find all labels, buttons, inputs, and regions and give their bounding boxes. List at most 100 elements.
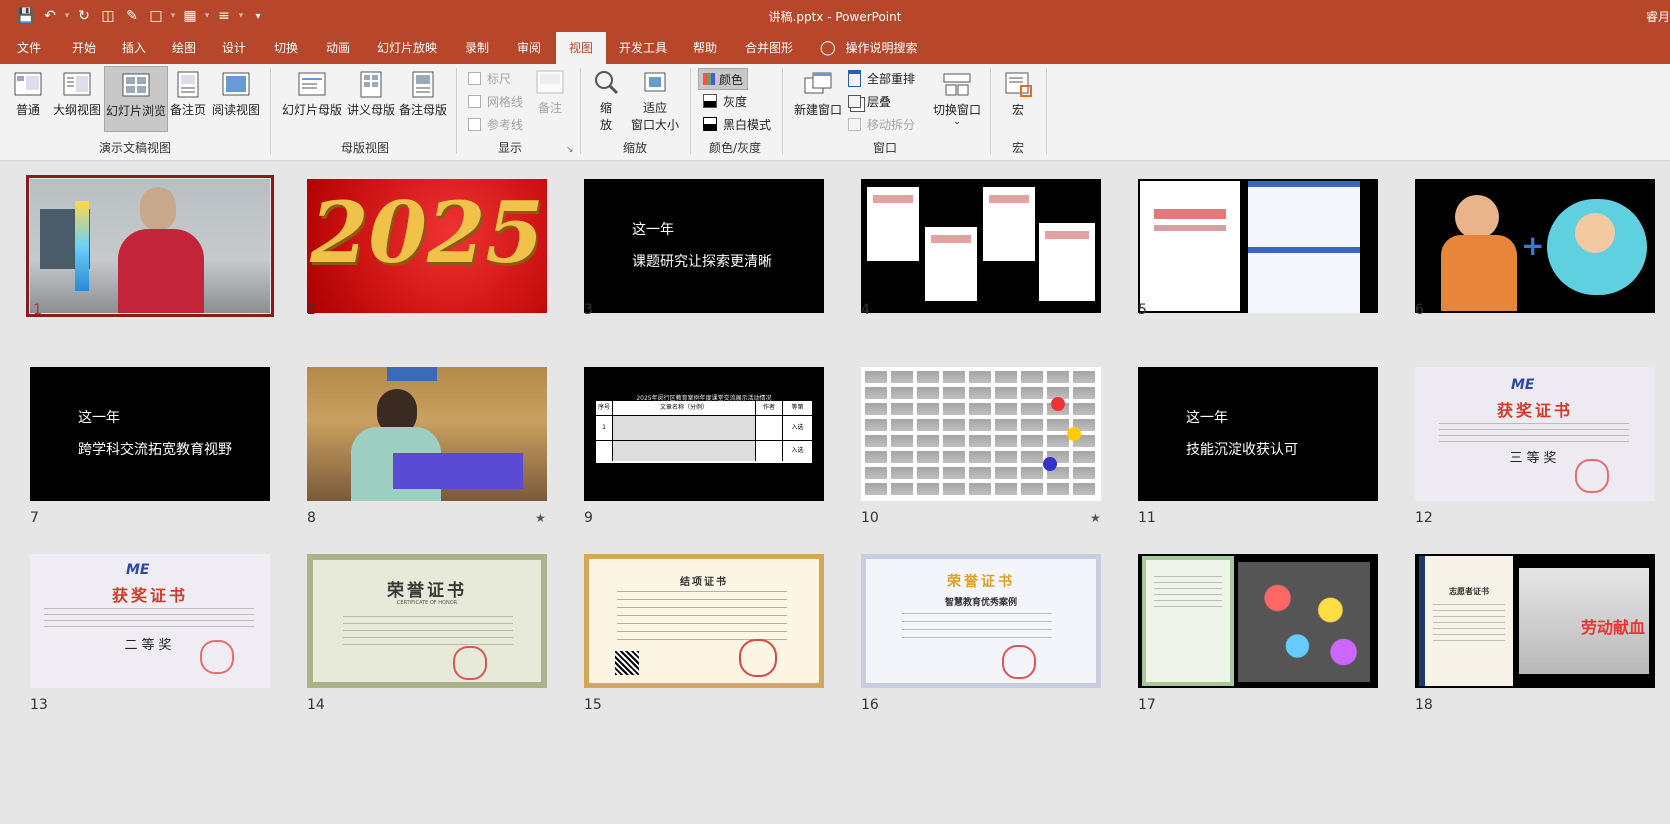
slide-number-13: 13: [30, 697, 48, 713]
grayscale-button[interactable]: 灰度: [698, 91, 747, 111]
chevron-down-icon: ⌄: [953, 117, 961, 127]
animation-star-icon: ★: [1090, 511, 1101, 525]
tab-view[interactable]: 视图: [556, 32, 606, 65]
color-button[interactable]: 颜色: [698, 68, 749, 90]
slide-11-line-1: 这一年: [1186, 410, 1228, 426]
tab-file[interactable]: 文件: [10, 32, 48, 64]
arrange-all-button[interactable]: 全部重排: [848, 68, 915, 88]
slide-number-5: 5: [1138, 302, 1147, 318]
black-white-button[interactable]: 黑白模式: [698, 114, 771, 134]
magnifier-icon: [595, 71, 619, 95]
slide-sorter-button[interactable]: 幻灯片浏览: [104, 66, 168, 132]
title-bar: 💾 ↶ ▾ ↻ ◫ ✎ □ ▾ ▦ ▾ ≡ ▾ ▾ 讲稿.pptx - Powe…: [0, 0, 1670, 32]
group-separator: [1046, 68, 1047, 154]
tab-transitions[interactable]: 切换: [264, 32, 308, 64]
slide-16-title: 荣誉证书: [947, 574, 1015, 590]
slide-thumbnail-12[interactable]: ME 获奖证书 三等奖: [1415, 367, 1655, 501]
slide-thumbnail-15[interactable]: 结项证书: [584, 554, 824, 688]
slide-thumbnail-8[interactable]: [307, 367, 547, 501]
slide-3-line-1: 这一年: [632, 222, 674, 238]
slide-13-title: 获奖证书: [111, 586, 188, 605]
slide-thumbnail-11[interactable]: 这一年 技能沉淀收获认可: [1138, 367, 1378, 501]
tab-record[interactable]: 录制: [455, 32, 499, 64]
notes-page-button[interactable]: 备注页: [168, 70, 208, 128]
tab-slideshow[interactable]: 幻灯片放映: [372, 32, 442, 64]
group-separator: [690, 68, 691, 154]
slide-number-12: 12: [1415, 510, 1433, 526]
slide-9-table: 序号 文章名称（分例） 作者 等第 1 入选 入选: [596, 401, 812, 463]
tab-draw[interactable]: 绘图: [162, 32, 206, 64]
bw-swatch-icon: [703, 117, 717, 131]
slide-number-4: 4: [861, 302, 870, 318]
ribbon: 普通 大纲视图 幻灯片浏览 备注页 阅读视图 演示文稿视图 幻灯片母版 讲义母版…: [0, 64, 1670, 161]
slide-thumbnail-7[interactable]: 这一年 跨学科交流拓宽教育视野: [30, 367, 270, 501]
tab-home[interactable]: 开始: [62, 32, 106, 64]
user-name[interactable]: 睿月: [1646, 8, 1670, 25]
new-window-icon: [804, 72, 832, 94]
slide-thumbnail-10[interactable]: [861, 367, 1101, 501]
slide-number-6: 6: [1415, 302, 1424, 318]
move-split-button[interactable]: 移动拆分: [848, 114, 915, 134]
slide-thumbnail-16[interactable]: 荣誉证书 智慧教育优秀案例: [861, 554, 1101, 688]
group-separator: [990, 68, 991, 154]
fit-window-icon: [644, 72, 666, 92]
slide-thumbnail-13[interactable]: ME 获奖证书 二等奖: [30, 554, 270, 688]
slide-thumbnail-6[interactable]: +: [1415, 179, 1655, 313]
reading-view-icon: [222, 72, 250, 96]
macros-button[interactable]: 宏: [998, 70, 1038, 128]
group-label-color: 颜色/灰度: [708, 141, 762, 155]
group-separator: [456, 68, 457, 154]
animation-star-icon: ★: [535, 511, 546, 525]
slide-14-subtitle: CERTIFICATE OF HONOR: [396, 600, 458, 606]
gridlines-checkbox[interactable]: 网格线: [468, 91, 523, 111]
guides-checkbox[interactable]: 参考线: [468, 114, 523, 134]
slide-number-11: 11: [1138, 510, 1156, 526]
handout-master-button[interactable]: 讲义母版: [346, 70, 396, 128]
outline-view-button[interactable]: 大纲视图: [52, 70, 102, 128]
slide-thumbnail-2[interactable]: 2025: [307, 179, 547, 313]
slide-thumbnail-14[interactable]: 荣誉证书 CERTIFICATE OF HONOR: [307, 554, 547, 688]
slide-thumbnail-17[interactable]: [1138, 554, 1378, 688]
slide-thumbnail-4[interactable]: [861, 179, 1101, 313]
tab-animations[interactable]: 动画: [316, 32, 360, 64]
zoom-button[interactable]: 缩 放: [588, 68, 624, 134]
normal-view-icon: [14, 72, 42, 96]
notes-master-button[interactable]: 备注母版: [398, 70, 448, 128]
group-separator: [580, 68, 581, 154]
notes-icon: [536, 70, 564, 94]
group-label-macros: 宏: [1011, 141, 1024, 155]
tab-developer[interactable]: 开发工具: [612, 32, 674, 64]
slide-thumbnail-9[interactable]: 2025年闵行区教育案例年度课堂交流展示活动情况 序号 文章名称（分例） 作者 …: [584, 367, 824, 501]
show-dialog-launcher-icon[interactable]: ↘: [566, 140, 574, 160]
switch-windows-button[interactable]: 切换窗口 ⌄: [928, 70, 986, 132]
slide-thumbnail-3[interactable]: 这一年 课题研究让探索更清晰: [584, 179, 824, 313]
slide-number-9: 9: [584, 510, 593, 526]
slide-number-10: 10: [861, 510, 879, 526]
fit-to-window-button[interactable]: 适应 窗口大小: [626, 68, 684, 134]
arrange-all-icon: [848, 69, 861, 87]
group-label-window: 窗口: [872, 141, 897, 155]
slide-master-button[interactable]: 幻灯片母版: [280, 70, 344, 128]
slide-thumbnail-18[interactable]: 志愿者证书 劳动献血: [1415, 554, 1655, 688]
tab-merge-shapes[interactable]: 合并图形: [738, 32, 800, 64]
reading-view-button[interactable]: 阅读视图: [210, 70, 262, 128]
slide-7-line-1: 这一年: [78, 410, 120, 426]
tab-design[interactable]: 设计: [212, 32, 256, 64]
move-split-icon: [848, 117, 861, 131]
slide-number-15: 15: [584, 697, 602, 713]
slide-number-8: 8: [307, 510, 316, 526]
new-window-button[interactable]: 新建窗口: [790, 70, 846, 128]
ruler-checkbox[interactable]: 标尺: [468, 68, 511, 88]
slide-12-level: 三等奖: [1509, 451, 1561, 466]
tell-me-search[interactable]: ◯ 操作说明搜索: [820, 32, 940, 64]
notes-button[interactable]: 备注: [530, 68, 570, 126]
slide-thumbnail-1[interactable]: [26, 175, 274, 317]
normal-view-button[interactable]: 普通: [8, 70, 48, 128]
tab-help[interactable]: 帮助: [683, 32, 727, 64]
cascade-button[interactable]: 层叠: [848, 91, 891, 111]
slide-thumbnail-5[interactable]: [1138, 179, 1378, 313]
tab-insert[interactable]: 插入: [112, 32, 156, 64]
qr-code-icon: [615, 651, 639, 675]
tab-review[interactable]: 审阅: [507, 32, 551, 64]
group-label-presentation-views: 演示文稿视图: [98, 141, 171, 155]
